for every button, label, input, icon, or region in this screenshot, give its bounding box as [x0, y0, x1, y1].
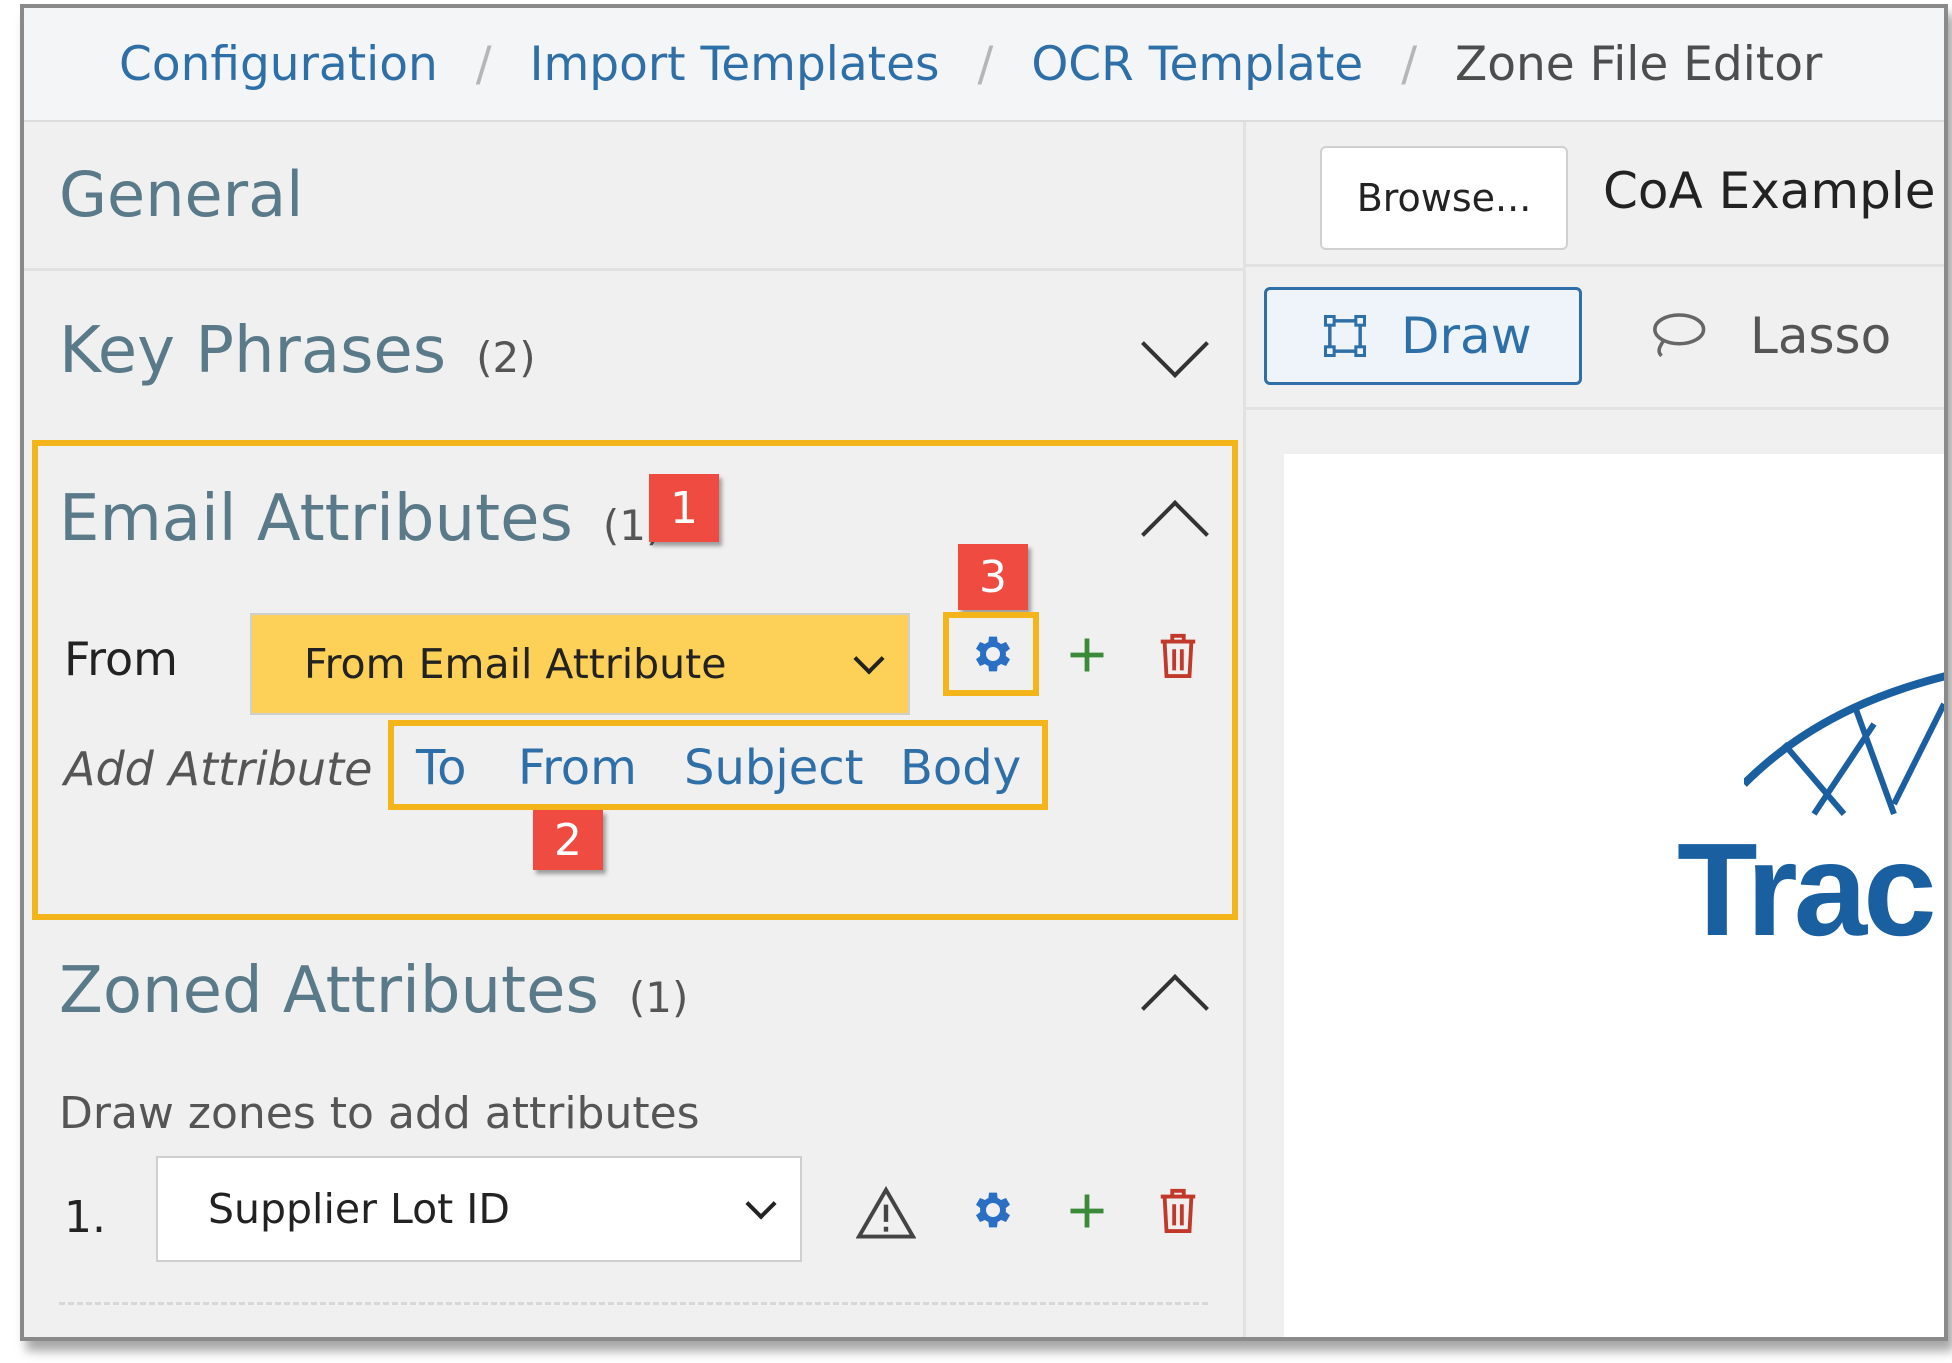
plus-icon[interactable] [1062, 1186, 1112, 1236]
chevron-down-icon [853, 643, 885, 675]
email-attributes-title: Email Attributes [59, 482, 573, 556]
plus-icon[interactable] [1062, 630, 1112, 680]
key-phrases-title: Key Phrases [59, 314, 447, 388]
zoned-attributes-header[interactable]: Zoned Attributes (1) [59, 954, 688, 1028]
breadcrumb-current: Zone File Editor [1455, 36, 1823, 92]
draw-icon [1323, 314, 1367, 358]
add-attribute-body[interactable]: Body [900, 740, 1021, 796]
add-attribute-to[interactable]: To [416, 740, 467, 796]
email-attribute-select-value: From Email Attribute [304, 640, 727, 688]
breadcrumb-ocr-template[interactable]: OCR Template [1031, 37, 1363, 92]
warning-icon[interactable] [854, 1182, 918, 1242]
draw-tool-button[interactable]: Draw [1264, 287, 1582, 385]
draw-tool-label: Draw [1401, 307, 1532, 365]
general-section-title[interactable]: General [59, 158, 303, 231]
document-canvas[interactable]: Trac [1284, 454, 1944, 1337]
zoned-attribute-select[interactable]: Supplier Lot ID [156, 1156, 802, 1262]
breadcrumb-separator: / [1401, 36, 1418, 92]
key-phrases-count: (2) [476, 333, 536, 382]
zoned-attribute-index: 1. [64, 1192, 106, 1243]
logo-graphic [1744, 672, 1944, 816]
logo-text: Trac [1677, 816, 1937, 963]
key-phrases-header[interactable]: Key Phrases (2) [59, 314, 536, 388]
breadcrumb-configuration[interactable]: Configuration [119, 37, 438, 92]
zoned-attributes-hint: Draw zones to add attributes [59, 1088, 700, 1139]
chevron-down-icon [745, 1188, 777, 1220]
breadcrumb: Configuration / Import Templates / OCR T… [24, 8, 1944, 122]
zoned-attributes-count: (1) [628, 973, 689, 1022]
zoned-attribute-select-value: Supplier Lot ID [208, 1185, 510, 1233]
section-divider [24, 268, 1243, 271]
email-attribute-row-label: From [64, 632, 178, 686]
gear-icon[interactable] [961, 1184, 1021, 1236]
browse-button[interactable]: Browse... [1320, 146, 1568, 250]
chevron-up-icon[interactable] [1141, 974, 1209, 1042]
zoned-attributes-title: Zoned Attributes [59, 954, 599, 1028]
callout-marker-2: 2 [533, 810, 603, 870]
trash-icon[interactable] [1150, 627, 1206, 683]
breadcrumb-import-templates[interactable]: Import Templates [530, 37, 940, 92]
trash-icon[interactable] [1150, 1182, 1206, 1238]
breadcrumb-separator: / [977, 36, 994, 92]
lasso-tool-label: Lasso [1750, 307, 1892, 365]
row-divider [59, 1302, 1208, 1305]
callout-marker-3: 3 [958, 544, 1028, 610]
lasso-icon [1653, 313, 1706, 358]
document-viewer: Browse... CoA Example w Draw Lasso Trac [1246, 122, 1944, 1337]
gear-icon[interactable] [961, 628, 1021, 680]
chevron-down-icon[interactable] [1141, 310, 1209, 378]
attributes-panel: General Key Phrases (2) Email Attributes(… [24, 122, 1246, 1337]
add-attribute-subject[interactable]: Subject [684, 740, 863, 796]
add-attribute-from[interactable]: From [518, 740, 637, 796]
email-attributes-header[interactable]: Email Attributes (1) [59, 482, 662, 556]
callout-marker-1: 1 [649, 474, 719, 542]
lasso-tool-button[interactable]: Lasso [1646, 287, 1944, 385]
breadcrumb-separator: / [475, 36, 492, 92]
file-name: CoA Example w [1603, 162, 1944, 220]
app-window: Configuration / Import Templates / OCR T… [20, 4, 1948, 1341]
drawing-toolbar: Draw Lasso [1246, 264, 1944, 410]
email-attribute-select[interactable]: From Email Attribute [250, 613, 910, 715]
add-attribute-label: Add Attribute [64, 742, 373, 796]
